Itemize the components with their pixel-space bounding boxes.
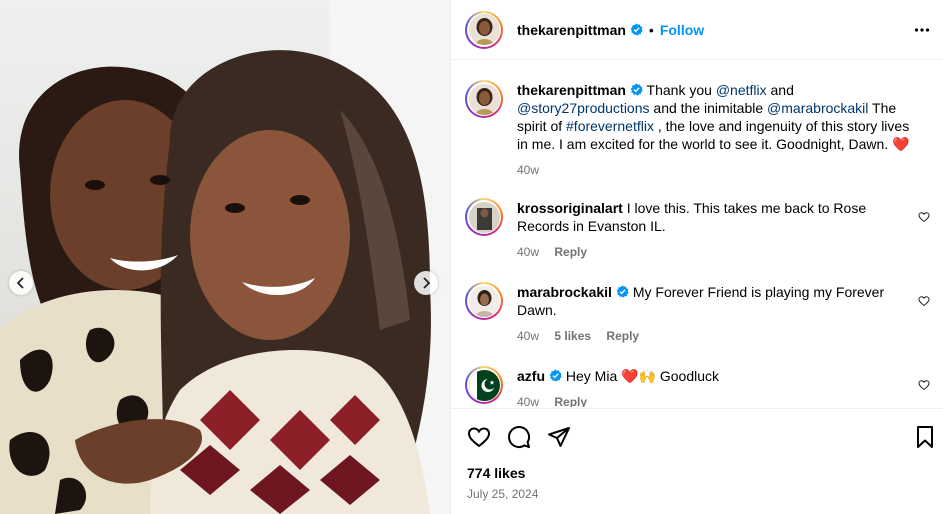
share-icon[interactable] — [547, 425, 571, 449]
post-date[interactable]: July 25, 2024 — [467, 487, 538, 501]
commenter-username[interactable]: marabrockakil — [517, 284, 612, 300]
verified-badge-icon — [549, 369, 562, 382]
like-comment-heart-icon[interactable] — [918, 379, 930, 391]
reply-button[interactable]: Reply — [606, 329, 639, 343]
mention-link[interactable]: @story27productions — [517, 100, 650, 116]
bookmark-icon[interactable] — [913, 425, 937, 449]
comment-time[interactable]: 40w — [517, 245, 539, 259]
hashtag-link[interactable]: #forevernetflix — [566, 118, 654, 134]
follow-button[interactable]: Follow — [660, 22, 704, 38]
comment-text: krossoriginalart I love this. This takes… — [517, 199, 913, 261]
comment-time[interactable]: 40w — [517, 329, 539, 343]
comment-meta: 40w Reply — [517, 243, 913, 261]
commenter-username[interactable]: azfu — [517, 368, 545, 384]
avatar-image — [468, 285, 500, 317]
comment-time[interactable]: 40w — [517, 395, 539, 407]
caption-username[interactable]: thekarenpittman — [517, 82, 626, 98]
photo-scene — [0, 0, 450, 514]
heart-icon[interactable] — [467, 425, 491, 449]
commenter-avatar[interactable] — [465, 198, 503, 236]
comment-text: marabrockakil My Forever Friend is playi… — [517, 283, 913, 345]
post-photo[interactable] — [0, 0, 450, 514]
commenter-avatar[interactable] — [465, 366, 503, 404]
avatar-image — [468, 201, 500, 233]
avatar-image — [468, 14, 500, 45]
caption-segment: and the inimitable — [649, 100, 768, 116]
caption-segment: and — [766, 82, 794, 98]
post-panel: thekarenpittman • Follow thekarenpittman… — [450, 0, 943, 514]
reply-button[interactable]: Reply — [554, 245, 587, 259]
comment-meta: 40w 5 likes Reply — [517, 327, 913, 345]
verified-badge-icon — [630, 23, 643, 36]
heart-emoji: ❤️ — [892, 136, 910, 152]
comment-likes[interactable]: 5 likes — [554, 329, 591, 343]
caption-segment: Thank you — [642, 82, 716, 98]
separator-dot: • — [648, 21, 654, 38]
commenter-username[interactable]: krossoriginalart — [517, 200, 623, 216]
chevron-right-icon — [423, 277, 431, 289]
caption-text: thekarenpittman Thank you @netflix and @… — [517, 81, 913, 179]
author-username[interactable]: thekarenpittman — [517, 22, 626, 38]
chevron-left-icon — [16, 277, 24, 289]
reply-button[interactable]: Reply — [554, 395, 587, 407]
comments-list[interactable]: thekarenpittman Thank you @netflix and @… — [451, 61, 943, 407]
pakistan-flag-avatar-icon — [468, 369, 500, 401]
carousel-prev-button[interactable] — [9, 271, 33, 295]
avatar-image — [468, 83, 500, 115]
commenter-avatar[interactable] — [465, 282, 503, 320]
comment-meta: 40w Reply — [517, 393, 913, 407]
more-options-icon[interactable] — [914, 22, 930, 38]
comment-text: azfu Hey Mia ❤️🙌 Goodluck 40w Reply — [517, 367, 913, 407]
post-header: thekarenpittman • Follow — [451, 0, 943, 60]
comment-icon[interactable] — [507, 425, 531, 449]
carousel-next-button[interactable] — [414, 271, 438, 295]
author-avatar[interactable] — [465, 10, 503, 49]
mention-link[interactable]: @netflix — [716, 82, 767, 98]
verified-badge-icon — [630, 83, 643, 96]
post-actions: 774 likes July 25, 2024 — [451, 408, 943, 514]
likes-count[interactable]: 774 likes — [467, 465, 525, 481]
mention-link[interactable]: @marabrockakil — [767, 100, 868, 116]
like-comment-heart-icon[interactable] — [918, 295, 930, 307]
verified-badge-icon — [616, 285, 629, 298]
comment-content: Hey Mia ❤️🙌 Goodluck — [562, 368, 720, 384]
caption-avatar[interactable] — [465, 80, 503, 118]
caption-meta: 40w — [517, 161, 913, 179]
like-comment-heart-icon[interactable] — [918, 211, 930, 223]
caption-time[interactable]: 40w — [517, 163, 539, 177]
